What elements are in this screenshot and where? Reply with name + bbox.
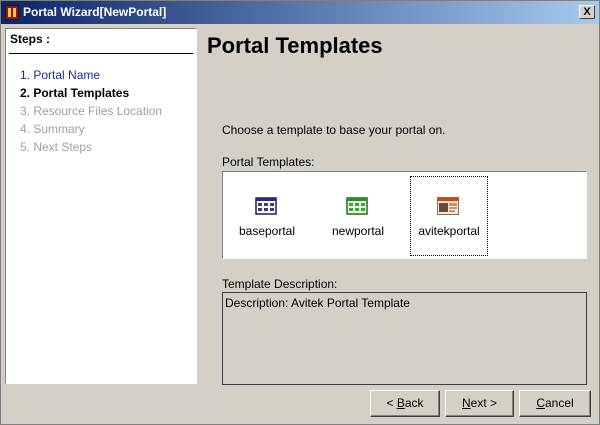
steps-panel: Steps : 1. Portal Name 2. Portal Templat… — [5, 28, 197, 384]
back-button[interactable]: < Back — [370, 390, 440, 417]
back-button-rest: ack — [404, 396, 424, 410]
template-list: baseportal newportal avitekportal — [222, 171, 587, 259]
close-button[interactable]: X — [579, 5, 595, 19]
description-label: Template Description: — [222, 277, 338, 291]
description-box: Description: Avitek Portal Template — [222, 292, 587, 385]
window-title: Portal Wizard[NewPortal] — [23, 5, 167, 19]
next-button-rest: ext > — [470, 396, 498, 410]
description-text: Description: Avitek Portal Template — [225, 296, 410, 310]
cancel-button-rest: ancel — [544, 396, 574, 410]
app-icon — [5, 5, 19, 20]
template-item-newportal[interactable]: newportal — [320, 177, 396, 255]
green-grid-icon — [346, 197, 368, 215]
step-next-steps: 5. Next Steps — [20, 140, 93, 154]
page-title: Portal Templates — [207, 33, 383, 58]
cancel-button-mnemonic: C — [536, 396, 545, 410]
steps-title: Steps : — [10, 32, 51, 46]
templates-label: Portal Templates: — [222, 155, 315, 169]
template-item-avitekportal[interactable]: avitekportal — [410, 176, 488, 256]
layout-grid-icon — [255, 197, 277, 215]
thumbnail-image-icon — [437, 197, 459, 215]
cancel-button[interactable]: Cancel — [519, 390, 591, 417]
title-bar[interactable]: Portal Wizard[NewPortal] X — [1, 1, 599, 24]
step-portal-templates: 2. Portal Templates — [20, 86, 130, 100]
step-resource-files-location: 3. Resource Files Location — [20, 104, 163, 118]
template-item-baseportal[interactable]: baseportal — [229, 177, 305, 255]
step-portal-name: 1. Portal Name — [20, 68, 101, 82]
template-prompt: Choose a template to base your portal on… — [222, 123, 446, 137]
back-button-prefix: < — [386, 396, 397, 410]
template-name: newportal — [331, 224, 385, 238]
steps-divider — [9, 53, 193, 54]
step-summary: 4. Summary — [20, 122, 85, 136]
steps-list: 1. Portal Name 2. Portal Templates 3. Re… — [20, 66, 162, 156]
next-button[interactable]: Next > — [445, 390, 514, 417]
template-name: baseportal — [238, 224, 296, 238]
back-button-mnemonic: B — [396, 396, 405, 410]
template-name: avitekportal — [418, 224, 480, 238]
wizard-window: Portal Wizard[NewPortal] X Steps : 1. Po… — [0, 0, 600, 425]
next-button-mnemonic: N — [461, 396, 471, 410]
